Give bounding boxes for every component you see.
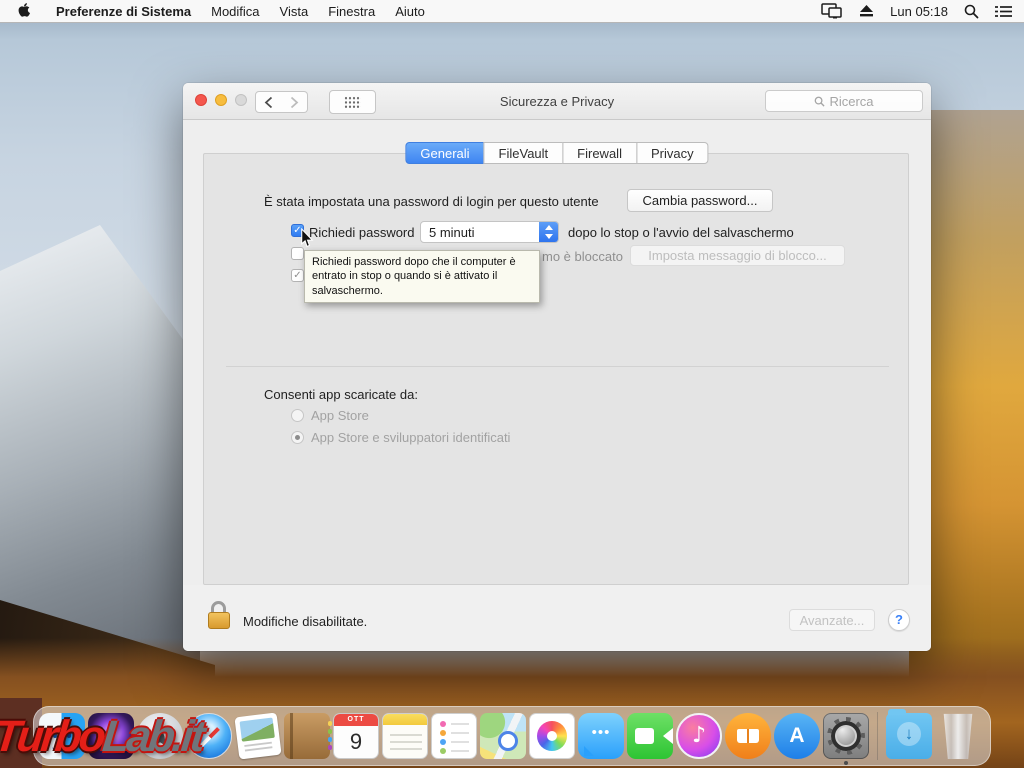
stepper-arrows-icon (539, 222, 558, 242)
password-delay-select[interactable]: 5 minuti (420, 221, 559, 243)
dock-item-ibooks[interactable] (725, 713, 771, 759)
ibooks-icon (725, 713, 771, 759)
search-input[interactable]: Ricerca (765, 90, 923, 112)
contacts-icon (284, 713, 330, 759)
maps-icon (480, 713, 526, 759)
menubar-clock[interactable]: Lun 05:18 (890, 4, 948, 19)
require-password-label: Richiedi password (309, 225, 415, 240)
radio-row: App Store e sviluppatori identificati (291, 430, 510, 445)
menu-item[interactable]: Modifica (201, 4, 269, 19)
dock-item-itunes[interactable] (676, 713, 722, 759)
dock-item-photos[interactable] (529, 713, 575, 759)
photos-icon (529, 713, 575, 759)
facetime-icon (627, 713, 673, 759)
dock-item-notes[interactable] (382, 713, 428, 759)
lock-message-text-fragment: mo è bloccato (542, 249, 623, 264)
password-set-text: È stata impostata una password di login … (264, 194, 599, 209)
menu-item[interactable]: Aiuto (385, 4, 435, 19)
mail-icon (234, 712, 281, 759)
radio-app-store[interactable] (291, 409, 304, 422)
appstore-icon (774, 713, 820, 759)
radio-label: App Store (311, 408, 369, 423)
lock-status-text: Modifiche disabilitate. (243, 614, 367, 629)
systemprefs-icon (823, 713, 869, 759)
running-indicator (844, 761, 848, 765)
radio-label: App Store e sviluppatori identificati (311, 430, 510, 445)
window-footer: Modifiche disabilitate. Avanzate... ? (183, 585, 931, 651)
downloads-icon (886, 713, 932, 759)
dock-item-contacts[interactable] (284, 713, 330, 759)
tab-filevault[interactable]: FileVault (484, 142, 564, 164)
dock-item-trash[interactable] (935, 713, 981, 759)
after-sleep-text: dopo lo stop o l'avvio del salvaschermo (568, 225, 794, 240)
display-mirroring-icon[interactable] (821, 3, 843, 19)
calendar-month: OTT (334, 714, 378, 726)
tab-privacy[interactable]: Privacy (636, 142, 709, 164)
password-delay-value: 5 minuti (421, 225, 539, 240)
dock-item-facetime[interactable] (627, 713, 673, 759)
radio-app-store-identified[interactable] (291, 431, 304, 444)
apple-menu-icon[interactable] (18, 3, 32, 19)
security-privacy-window: Sicurezza e Privacy Ricerca GeneraliFile… (183, 83, 931, 651)
turbolab-watermark: TurboLab.it (0, 712, 205, 762)
dock-item-messages[interactable] (578, 713, 624, 759)
help-button[interactable]: ? (888, 609, 910, 631)
search-placeholder: Ricerca (829, 94, 873, 109)
dock-item-appstore[interactable] (774, 713, 820, 759)
eject-icon[interactable] (859, 4, 874, 18)
allow-apps-label: Consenti app scaricate da: (264, 387, 418, 402)
dock-separator (877, 712, 878, 760)
itunes-icon (676, 713, 722, 759)
notification-center-icon[interactable] (995, 5, 1012, 18)
calendar-icon: OTT9 (333, 713, 379, 759)
messages-icon (578, 713, 624, 759)
search-icon (814, 96, 825, 107)
section-divider (226, 366, 889, 367)
menu-item[interactable]: Finestra (318, 4, 385, 19)
menubar-status-area: Lun 05:18 (821, 3, 1012, 19)
mouse-cursor (298, 228, 316, 253)
spotlight-search-icon[interactable] (964, 4, 979, 19)
change-password-button[interactable]: Cambia password... (627, 189, 773, 212)
general-panel: È stata impostata una password di login … (203, 153, 909, 585)
disable-auto-login-checkbox[interactable]: ✓ (291, 269, 304, 282)
menu-bar: Preferenze di SistemaModificaVistaFinest… (0, 0, 1024, 23)
dock-item-maps[interactable] (480, 713, 526, 759)
window-titlebar[interactable]: Sicurezza e Privacy Ricerca (183, 83, 931, 120)
menu-item[interactable]: Preferenze di Sistema (46, 4, 201, 19)
dock-item-calendar[interactable]: OTT9 (333, 713, 379, 759)
reminders-icon (431, 713, 477, 759)
calendar-day: 9 (334, 727, 378, 757)
tab-firewall[interactable]: Firewall (562, 142, 637, 164)
trash-icon (941, 713, 975, 759)
notes-icon (382, 713, 428, 759)
tooltip: Richiedi password dopo che il computer è… (304, 250, 540, 303)
menu-items: Preferenze di SistemaModificaVistaFinest… (46, 4, 435, 19)
dock-item-systemprefs[interactable] (823, 713, 869, 759)
dock-item-reminders[interactable] (431, 713, 477, 759)
watermark-part1: Turbo (0, 712, 105, 761)
radio-row: App Store (291, 408, 369, 423)
tab-bar: GeneraliFileVaultFirewallPrivacy (405, 142, 708, 164)
dock-item-downloads[interactable] (886, 713, 932, 759)
watermark-part2: Lab.it (100, 712, 204, 761)
lock-icon[interactable] (208, 601, 230, 629)
advanced-button: Avanzate... (789, 609, 875, 631)
set-lock-message-button: Imposta messaggio di blocco... (630, 245, 845, 266)
menu-item[interactable]: Vista (270, 4, 319, 19)
tab-generali[interactable]: Generali (405, 142, 484, 164)
dock-item-mail[interactable] (235, 713, 281, 759)
lock-body (208, 612, 230, 629)
